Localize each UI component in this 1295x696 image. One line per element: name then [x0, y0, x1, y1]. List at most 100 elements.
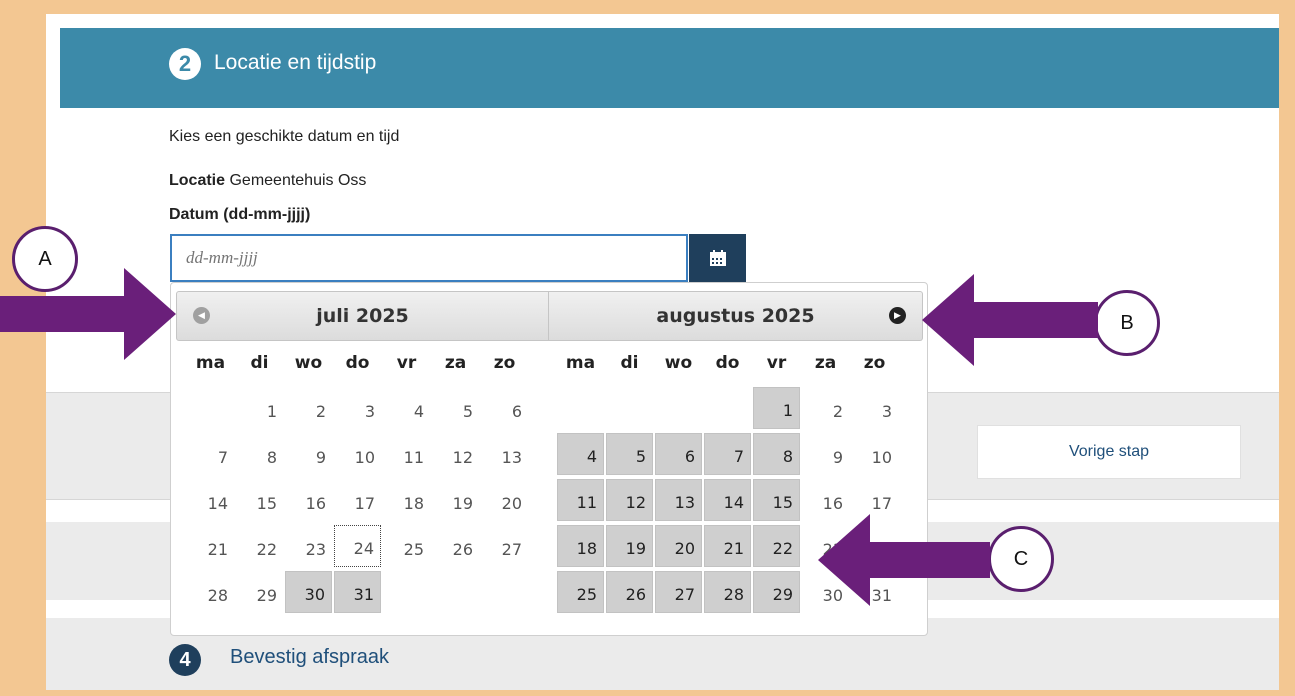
available-day[interactable]: 7 — [704, 433, 751, 475]
arrow-b — [922, 274, 1098, 366]
unavailable-day: 13 — [501, 448, 522, 467]
unavailable-day: 11 — [403, 448, 424, 467]
day-grid-july: ma di wo do vr za zo 1 2 3 4 5 6 7 8 9 10 11 12 13 14 15 16 17 1… — [186, 341, 549, 615]
date-label: Datum (dd-mm-jjjj) — [169, 206, 311, 223]
weekday-header: do — [345, 353, 370, 373]
available-day[interactable]: 22 — [753, 525, 800, 567]
available-day[interactable]: 19 — [606, 525, 653, 567]
month-title: juli 2025 — [316, 305, 409, 327]
available-day[interactable]: 29 — [753, 571, 800, 613]
available-day[interactable]: 27 — [655, 571, 702, 613]
available-day[interactable]: 11 — [557, 479, 604, 521]
weekday-header: wo — [664, 353, 693, 373]
weekday-header: za — [814, 353, 837, 373]
empty-day-cell — [557, 387, 604, 429]
unavailable-day: 21 — [207, 540, 228, 559]
empty-day-cell — [606, 387, 653, 429]
calendar-button[interactable] — [689, 234, 746, 282]
unavailable-day: 2 — [315, 402, 326, 421]
date-input[interactable] — [170, 234, 688, 282]
unavailable-day: 7 — [217, 448, 228, 467]
weekday-header: za — [444, 353, 467, 373]
intro-text: Kies een geschikte datum en tijd — [169, 128, 400, 145]
previous-step-button[interactable]: Vorige stap — [977, 425, 1241, 479]
month-header-july: ◀ juli 2025 — [176, 291, 549, 341]
unavailable-day: 15 — [256, 494, 277, 513]
empty-day-cell — [187, 387, 234, 429]
unavailable-day: 25 — [403, 540, 424, 559]
unavailable-day: 22 — [256, 540, 277, 559]
unavailable-day: 9 — [315, 448, 326, 467]
unavailable-day: 23 — [305, 540, 326, 559]
chevron-right-icon[interactable]: ▶ — [889, 307, 906, 324]
weekday-header: di — [250, 353, 269, 373]
weekday-header: ma — [195, 353, 226, 373]
weekday-header: di — [620, 353, 639, 373]
unavailable-day: 24 — [334, 525, 381, 567]
available-day[interactable]: 15 — [753, 479, 800, 521]
step-2-number: 2 — [169, 48, 201, 80]
available-day[interactable]: 12 — [606, 479, 653, 521]
available-day[interactable]: 28 — [704, 571, 751, 613]
unavailable-day: 2 — [832, 402, 843, 421]
available-day[interactable]: 5 — [606, 433, 653, 475]
available-day[interactable]: 18 — [557, 525, 604, 567]
calendar-icon — [709, 250, 726, 266]
step-4-number: 4 — [169, 644, 201, 676]
arrow-a — [0, 268, 176, 360]
weekday-header: do — [715, 353, 740, 373]
unavailable-day: 9 — [832, 448, 843, 467]
month-header-august: augustus 2025 ▶ — [549, 291, 923, 341]
datepicker-popup: ◀ juli 2025 ma di wo do vr za zo 1 2 3 4 5 6 7 8 9 10 11 1… — [170, 282, 928, 636]
weekday-header: ma — [565, 353, 596, 373]
weekday-header: vr — [766, 353, 787, 373]
unavailable-day: 10 — [354, 448, 375, 467]
available-day[interactable]: 21 — [704, 525, 751, 567]
available-day[interactable]: 25 — [557, 571, 604, 613]
unavailable-day: 3 — [364, 402, 375, 421]
location-line: Locatie Gemeentehuis Oss — [169, 172, 366, 190]
available-day[interactable]: 31 — [334, 571, 381, 613]
available-day[interactable]: 20 — [655, 525, 702, 567]
available-day[interactable]: 14 — [704, 479, 751, 521]
unavailable-day: 19 — [452, 494, 473, 513]
unavailable-day: 20 — [501, 494, 522, 513]
unavailable-day: 10 — [871, 448, 892, 467]
step-2-title: Locatie en tijdstip — [214, 51, 377, 74]
available-day[interactable]: 8 — [753, 433, 800, 475]
available-day[interactable]: 30 — [285, 571, 332, 613]
available-day[interactable]: 26 — [606, 571, 653, 613]
weekday-header: zo — [493, 353, 516, 373]
empty-day-cell — [704, 387, 751, 429]
unavailable-day: 6 — [511, 402, 522, 421]
location-value: Gemeentehuis Oss — [229, 172, 367, 189]
empty-day-cell — [655, 387, 702, 429]
unavailable-day: 17 — [354, 494, 375, 513]
location-label: Locatie — [169, 172, 226, 189]
available-day[interactable]: 13 — [655, 479, 702, 521]
available-day[interactable]: 6 — [655, 433, 702, 475]
unavailable-day: 5 — [462, 402, 473, 421]
unavailable-day: 29 — [256, 586, 277, 605]
unavailable-day: 8 — [266, 448, 277, 467]
chevron-left-icon[interactable]: ◀ — [193, 307, 210, 324]
weekday-header: wo — [294, 353, 323, 373]
unavailable-day: 4 — [413, 402, 424, 421]
annotation-b: B — [1094, 290, 1160, 356]
month-title: augustus 2025 — [656, 305, 815, 327]
step-4-title: Bevestig afspraak — [230, 646, 389, 668]
unavailable-day: 14 — [207, 494, 228, 513]
unavailable-day: 3 — [881, 402, 892, 421]
available-day[interactable]: 4 — [557, 433, 604, 475]
unavailable-day: 1 — [266, 402, 277, 421]
unavailable-day: 16 — [305, 494, 326, 513]
weekday-header: zo — [863, 353, 886, 373]
available-day[interactable]: 1 — [753, 387, 800, 429]
unavailable-day: 28 — [207, 586, 228, 605]
unavailable-day: 18 — [403, 494, 424, 513]
unavailable-day: 27 — [501, 540, 522, 559]
annotation-c: C — [988, 526, 1054, 592]
month-july: ◀ juli 2025 ma di wo do vr za zo 1 2 3 4 5 6 7 8 9 10 11 1… — [176, 291, 549, 615]
unavailable-day: 12 — [452, 448, 473, 467]
weekday-header: vr — [396, 353, 417, 373]
